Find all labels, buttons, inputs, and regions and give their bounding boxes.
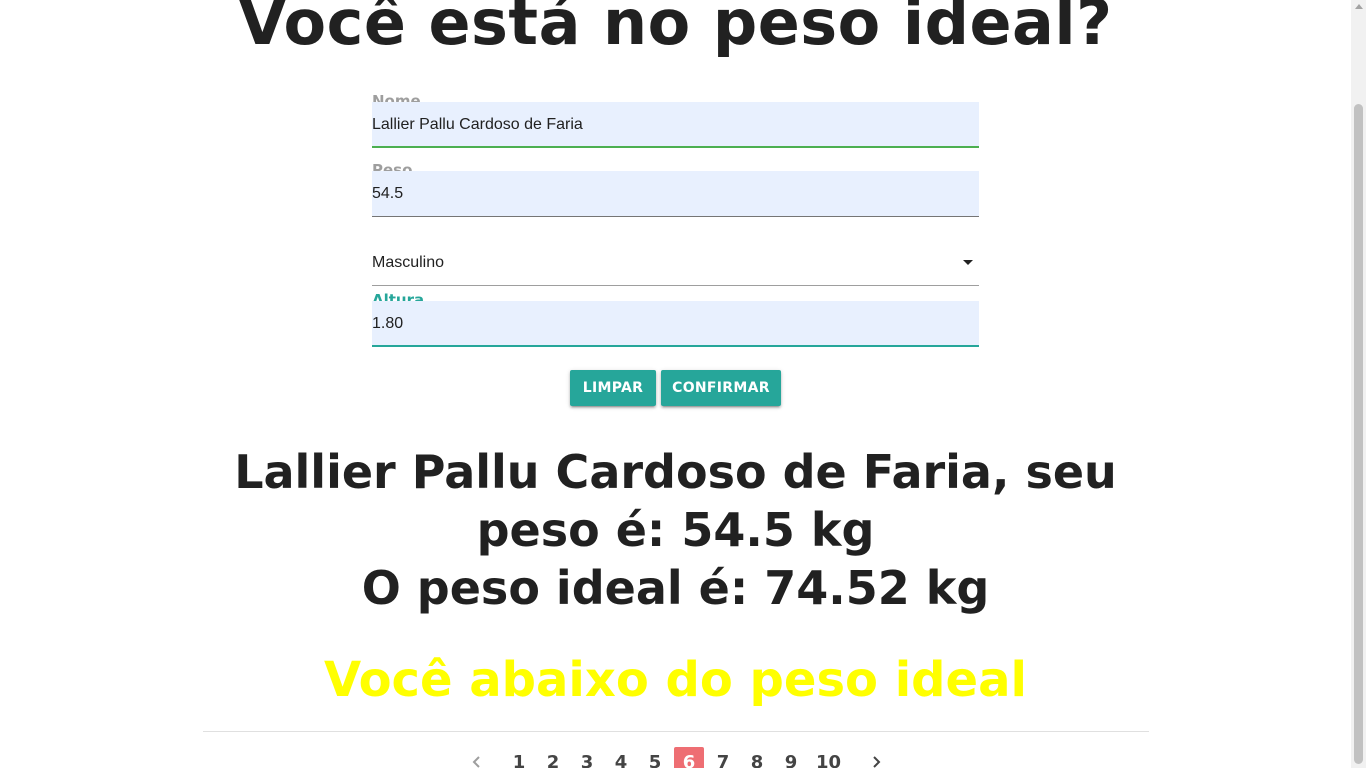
scroll-up-icon[interactable] xyxy=(1355,4,1363,9)
page-1[interactable]: 1 xyxy=(504,747,534,768)
altura-value: 1.80 xyxy=(372,315,404,332)
page-title: Você está no peso ideal? xyxy=(238,0,1113,59)
peso-input[interactable]: 54.5 xyxy=(372,171,979,217)
chevron-right-icon[interactable] xyxy=(861,747,891,768)
chevron-left-icon[interactable] xyxy=(462,747,492,768)
result-ideal-weight-line: O peso ideal é: 74.52 kg xyxy=(361,561,990,615)
page-scrollbar[interactable] xyxy=(1351,0,1366,768)
peso-field: Peso 54.5 xyxy=(372,161,979,217)
altura-input[interactable]: 1.80 xyxy=(372,301,979,347)
scrollbar-thumb[interactable] xyxy=(1354,104,1363,764)
page-3[interactable]: 3 xyxy=(572,747,602,768)
sexo-select[interactable]: Masculino xyxy=(372,242,979,286)
page-10[interactable]: 10 xyxy=(810,747,847,768)
page: Você está no peso ideal? Nome Lallier Pa… xyxy=(0,0,1351,768)
nome-input[interactable]: Lallier Pallu Cardoso de Faria xyxy=(372,102,979,148)
page-9[interactable]: 9 xyxy=(776,747,806,768)
caret-down-icon xyxy=(963,260,973,265)
page-6-active[interactable]: 6 xyxy=(674,747,704,768)
pagination: 1 2 3 4 5 6 7 8 9 10 xyxy=(462,747,891,768)
altura-field: Altura 1.80 xyxy=(372,291,979,348)
limpar-button[interactable]: LIMPAR xyxy=(570,370,656,406)
nome-field: Nome Lallier Pallu Cardoso de Faria xyxy=(372,92,979,148)
weight-status-message: Você abaixo do peso ideal xyxy=(324,652,1027,708)
divider xyxy=(203,731,1149,732)
page-2[interactable]: 2 xyxy=(538,747,568,768)
page-5[interactable]: 5 xyxy=(640,747,670,768)
page-8[interactable]: 8 xyxy=(742,747,772,768)
page-4[interactable]: 4 xyxy=(606,747,636,768)
peso-value: 54.5 xyxy=(372,185,404,202)
result-name-line: Lallier Pallu Cardoso de Faria, seu xyxy=(234,445,1117,499)
nome-value: Lallier Pallu Cardoso de Faria xyxy=(372,116,583,133)
page-7[interactable]: 7 xyxy=(708,747,738,768)
confirmar-button[interactable]: CONFIRMAR xyxy=(661,370,781,406)
sexo-selected-value: Masculino xyxy=(372,254,445,271)
result-weight-line: peso é: 54.5 kg xyxy=(476,503,875,557)
